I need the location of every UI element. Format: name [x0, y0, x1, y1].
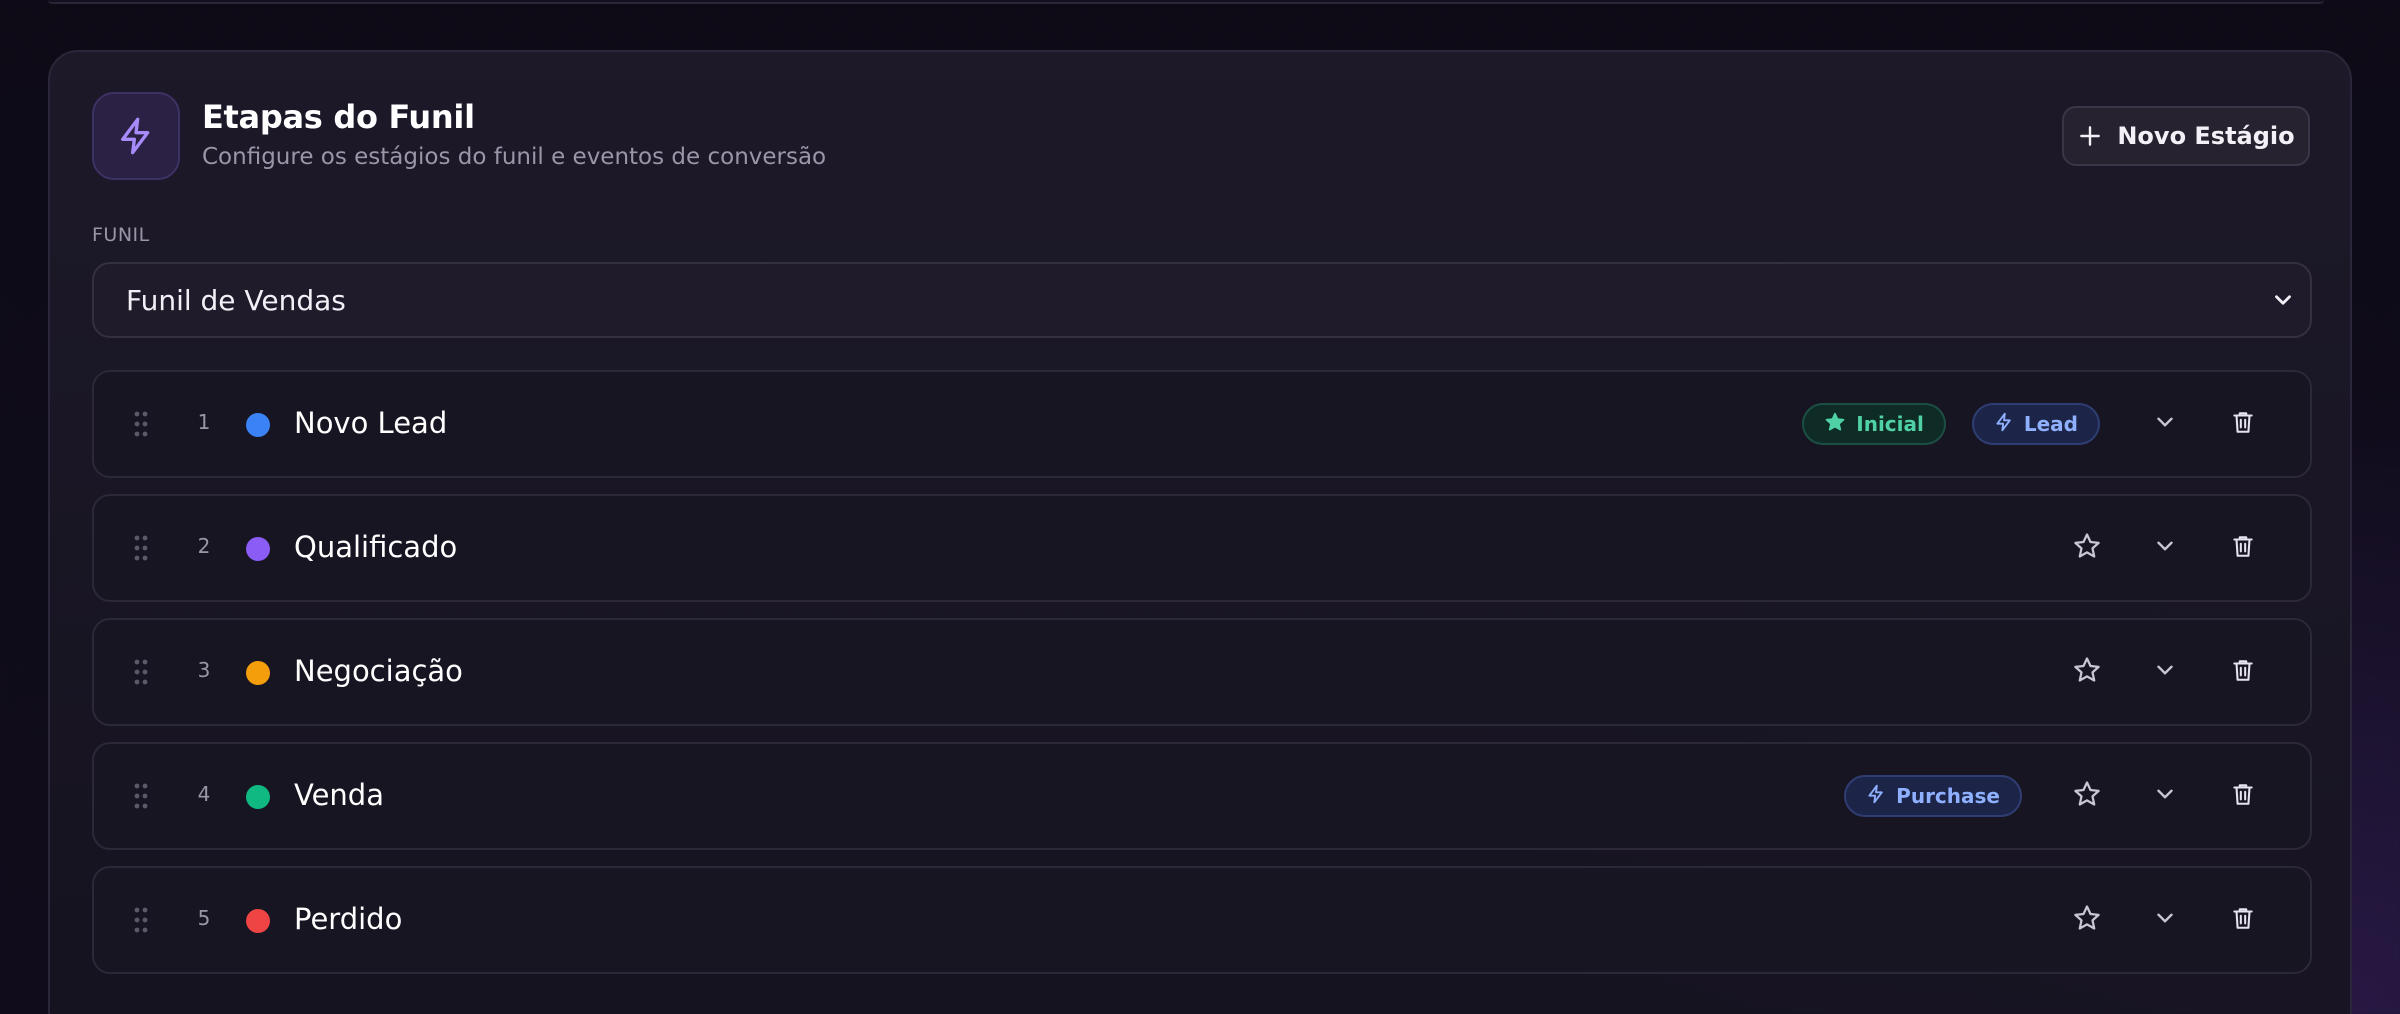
stage-color-dot — [246, 537, 270, 561]
funnel-select-value: Funil de Vendas — [126, 283, 346, 317]
funnel-stages-card: Etapas do Funil Configure os estágios do… — [48, 50, 2352, 1014]
new-stage-label: Novo Estágio — [2117, 122, 2295, 150]
expand-stage-button[interactable] — [2126, 890, 2204, 950]
chevron-down-icon — [2152, 905, 2178, 935]
stage-row-2[interactable]: 2 Qualificado — [92, 494, 2312, 602]
stage-controls: Purchase — [1844, 744, 2282, 848]
drag-handle-icon[interactable] — [134, 410, 148, 438]
chevron-down-icon — [2152, 409, 2178, 439]
drag-handle-icon[interactable] — [134, 534, 148, 562]
star-icon — [2072, 655, 2102, 689]
funnel-select[interactable]: Funil de Vendas — [92, 262, 2312, 338]
chevron-down-icon — [2152, 781, 2178, 811]
page-title: Etapas do Funil — [202, 98, 475, 136]
drag-handle-icon[interactable] — [134, 906, 148, 934]
stage-number: 5 — [197, 906, 211, 930]
set-initial-star-button[interactable] — [2048, 766, 2126, 826]
trash-icon — [2230, 408, 2256, 440]
delete-stage-button[interactable] — [2204, 890, 2282, 950]
drag-handle-icon[interactable] — [134, 782, 148, 810]
initial-badge-label: Inicial — [1856, 412, 1924, 436]
expand-stage-button[interactable] — [2126, 642, 2204, 702]
stage-name: Perdido — [294, 902, 403, 936]
stage-controls — [2048, 868, 2282, 972]
stage-row-5[interactable]: 5 Perdido — [92, 866, 2312, 974]
stage-controls: Inicial Lead — [1802, 372, 2282, 476]
delete-stage-button[interactable] — [2204, 518, 2282, 578]
trash-icon — [2230, 656, 2256, 688]
delete-stage-button[interactable] — [2204, 394, 2282, 454]
lightning-icon — [1994, 412, 2014, 437]
plus-icon — [2080, 126, 2101, 146]
initial-badge: Inicial — [1802, 403, 1946, 445]
previous-card-edge — [48, 0, 2324, 4]
stage-row-1[interactable]: 1 Novo Lead Inicial Lead — [92, 370, 2312, 478]
chevron-down-icon — [2152, 657, 2178, 687]
stage-name: Venda — [294, 778, 384, 812]
stage-color-dot — [246, 909, 270, 933]
star-icon — [2072, 531, 2102, 565]
trash-icon — [2230, 904, 2256, 936]
set-initial-star-button[interactable] — [2048, 518, 2126, 578]
drag-handle-icon[interactable] — [134, 658, 148, 686]
stage-color-dot — [246, 785, 270, 809]
stage-controls — [2048, 496, 2282, 600]
expand-stage-button[interactable] — [2126, 394, 2204, 454]
delete-stage-button[interactable] — [2204, 766, 2282, 826]
star-icon — [2072, 903, 2102, 937]
stage-number: 2 — [197, 534, 211, 558]
trash-icon — [2230, 532, 2256, 564]
star-icon — [2072, 779, 2102, 813]
stage-color-dot — [246, 413, 270, 437]
set-initial-star-button[interactable] — [2048, 642, 2126, 702]
chevron-down-icon — [2152, 533, 2178, 563]
conversion-event-badge: Purchase — [1844, 775, 2022, 817]
stage-name: Negociação — [294, 654, 463, 688]
stage-number: 4 — [197, 782, 211, 806]
expand-stage-button[interactable] — [2126, 518, 2204, 578]
trash-icon — [2230, 780, 2256, 812]
conversion-event-badge: Lead — [1971, 403, 2100, 445]
header-lightning-icon — [92, 92, 180, 180]
event-badge-label: Lead — [2023, 412, 2078, 436]
stage-list: 1 Novo Lead Inicial Lead 2 Qualificado 3 — [92, 370, 2312, 990]
lightning-icon — [1866, 784, 1886, 809]
stage-row-4[interactable]: 4 Venda Purchase — [92, 742, 2312, 850]
stage-name: Qualificado — [294, 530, 458, 564]
funnel-label: FUNIL — [92, 224, 150, 246]
set-initial-star-button[interactable] — [2048, 890, 2126, 950]
page-subtitle: Configure os estágios do funil e eventos… — [202, 144, 827, 170]
stage-row-3[interactable]: 3 Negociação — [92, 618, 2312, 726]
star-icon — [1824, 411, 1846, 438]
event-badge-label: Purchase — [1896, 784, 2000, 808]
stage-name: Novo Lead — [294, 406, 448, 440]
chevron-down-icon — [2275, 295, 2291, 305]
expand-stage-button[interactable] — [2126, 766, 2204, 826]
stage-controls — [2048, 620, 2282, 724]
new-stage-button[interactable]: Novo Estágio — [2062, 106, 2310, 166]
stage-number: 3 — [197, 658, 211, 682]
delete-stage-button[interactable] — [2204, 642, 2282, 702]
stage-number: 1 — [197, 410, 211, 434]
stage-color-dot — [246, 661, 270, 685]
